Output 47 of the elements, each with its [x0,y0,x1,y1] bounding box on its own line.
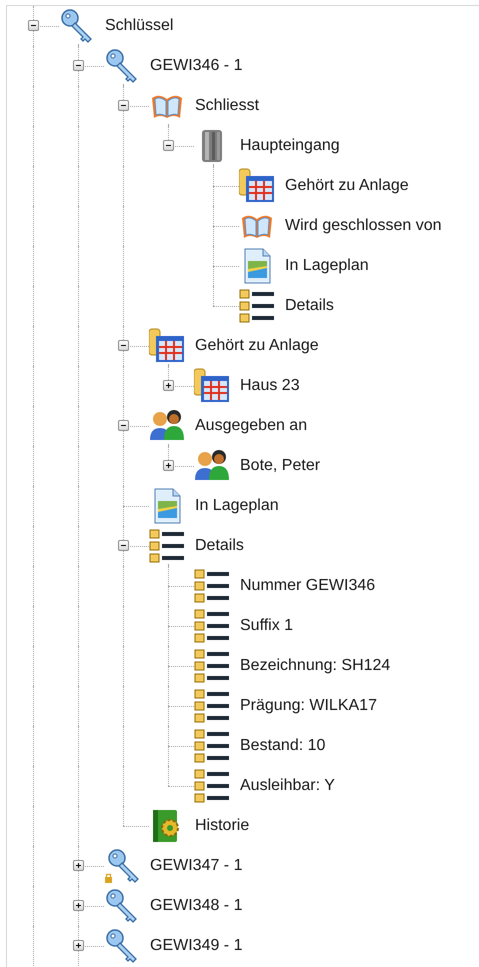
tree-node-label[interactable]: GEWI349 - 1 [150,936,242,956]
tree-node-label[interactable]: Bezeichnung: SH124 [240,656,390,676]
tree-node-label[interactable]: In Lageplan [195,496,279,516]
list-details-icon [194,728,230,764]
tree-node-label[interactable]: Gehört zu Anlage [195,336,319,356]
tree-node-label[interactable]: Details [195,536,244,556]
list-details-icon [194,768,230,804]
list-details-icon [239,288,275,324]
expand-button[interactable] [73,860,84,871]
collapse-button[interactable] [163,140,174,151]
collapse-button[interactable] [118,420,129,431]
tree-node-label[interactable]: Historie [195,816,250,836]
tree-node-label[interactable]: Haupteingang [240,136,340,156]
tree-node-label[interactable]: Wird geschlossen von [285,216,442,236]
expand-button[interactable] [73,900,84,911]
list-details-icon [194,688,230,724]
folder-with-table-icon [149,328,185,364]
tree-node-label[interactable]: Bote, Peter [240,456,320,476]
tree-node-label[interactable]: GEWI347 - 1 [150,856,242,876]
tree-node-label[interactable]: Prägung: WILKA17 [240,696,377,716]
collapse-button[interactable] [73,60,84,71]
expand-button[interactable] [163,460,174,471]
tree-node-label[interactable]: Ausleihbar: Y [240,776,335,796]
tree-node-label[interactable]: GEWI346 - 1 [150,56,242,76]
tree-node-label[interactable]: Nummer GEWI346 [240,576,376,596]
collapse-button[interactable] [28,20,39,31]
expand-button[interactable] [163,380,174,391]
tree-node-label[interactable]: In Lageplan [285,256,369,276]
collapse-button[interactable] [118,540,129,551]
list-details-icon [194,568,230,604]
tree-node-label[interactable]: Bestand: 10 [240,736,326,756]
tree-node-label[interactable]: Schlüssel [105,16,174,36]
collapse-button[interactable] [118,340,129,351]
tree-node-label[interactable]: Gehört zu Anlage [285,176,409,196]
tree-node-label[interactable]: Haus 23 [240,376,300,396]
folder-with-table-icon [194,368,230,404]
folder-with-table-icon [239,168,275,204]
tree-node-label[interactable]: Ausgegeben an [195,416,308,436]
tree-node-label[interactable]: GEWI348 - 1 [150,896,242,916]
tree-node-label[interactable]: Suffix 1 [240,616,294,636]
list-details-icon [194,648,230,684]
tree-node-label[interactable]: Schliesst [195,96,260,116]
tree-node-label[interactable]: Details [285,296,334,316]
list-details-icon [194,608,230,644]
collapse-button[interactable] [118,100,129,111]
expand-button[interactable] [73,940,84,951]
list-details-icon [149,528,185,564]
